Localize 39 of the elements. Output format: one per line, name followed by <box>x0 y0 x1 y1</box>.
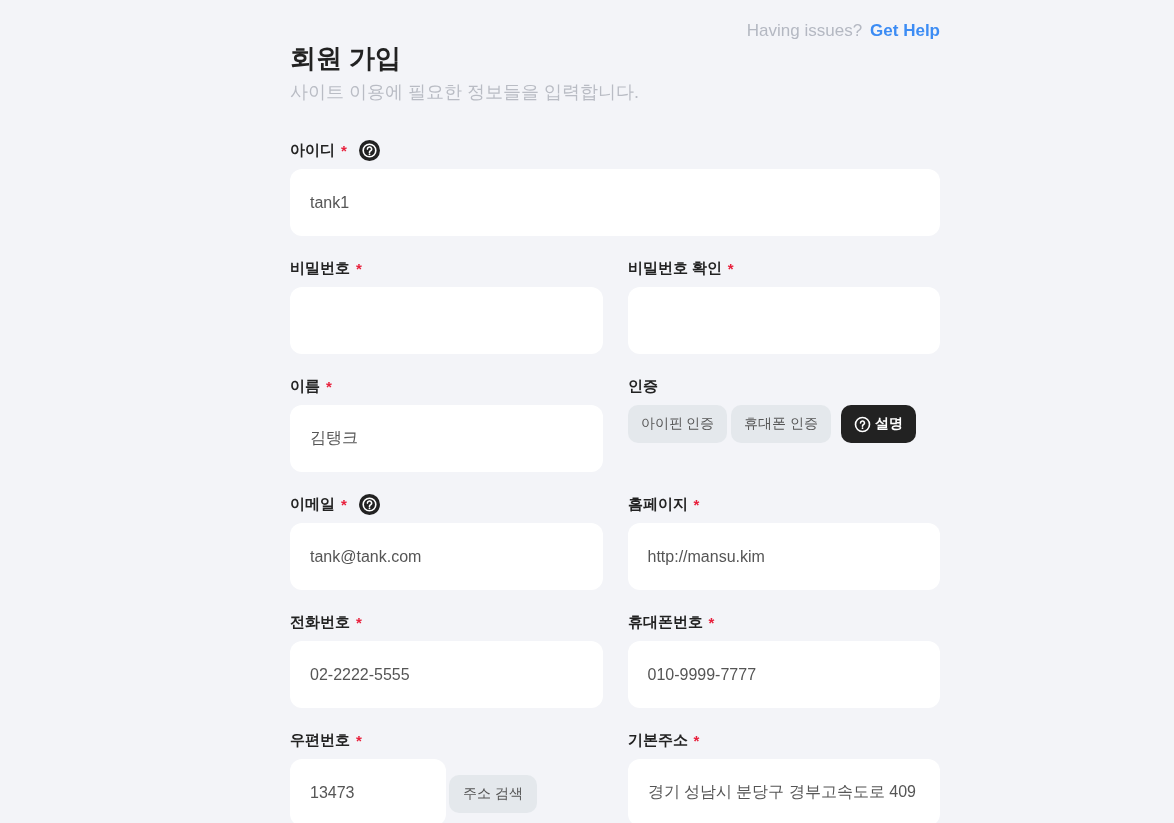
page-subtitle: 사이트 이용에 필요한 정보들을 입력합니다. <box>290 81 640 104</box>
required-mark: * <box>708 613 715 631</box>
field-label: 비밀번호 <box>290 258 350 278</box>
help-prompt: Having issues? <box>746 21 863 41</box>
input-field[interactable]: 경기 성남시 분당구 경부고속도로 409 <box>627 759 940 823</box>
help-icon[interactable] <box>358 493 380 515</box>
field-label: 홈페이지 <box>627 494 688 514</box>
field-label: 비밀번호 확인 <box>627 258 722 278</box>
explain-button[interactable]: 설명 <box>841 405 917 443</box>
input-field[interactable]: 13473 <box>290 759 446 823</box>
input-field[interactable]: tank1 <box>290 169 940 236</box>
input-field[interactable]: http://mansu.kim <box>627 523 940 590</box>
field-label: 휴대폰번호 <box>627 612 703 632</box>
auth-button[interactable]: 휴대폰 인증 <box>731 405 832 443</box>
required-mark: * <box>341 495 347 513</box>
required-mark: * <box>356 259 362 277</box>
field-label: 이메일 <box>290 494 335 514</box>
required-mark: * <box>693 731 700 749</box>
field-label: 기본주소 <box>627 730 688 750</box>
input-field[interactable]: 02-2222-5555 <box>290 641 603 708</box>
auth-button[interactable]: 아이핀 인증 <box>627 405 728 443</box>
required-mark: * <box>727 259 734 277</box>
required-mark: * <box>693 495 700 513</box>
field-label: 인증 <box>627 376 658 396</box>
address-search-button[interactable]: 주소 검색 <box>449 775 537 813</box>
input-field[interactable]: 김탱크 <box>290 405 603 472</box>
page-title: 회원 가입 <box>290 42 403 74</box>
help-icon[interactable] <box>358 139 380 161</box>
field-label: 이름 <box>290 376 320 396</box>
help-icon <box>854 415 872 433</box>
required-mark: * <box>341 141 347 159</box>
field-label: 아이디 <box>290 140 335 160</box>
field-label: 전화번호 <box>290 612 350 632</box>
required-mark: * <box>356 613 362 631</box>
input-field[interactable]: tank@tank.com <box>290 523 603 590</box>
required-mark: * <box>356 731 362 749</box>
field-label: 우편번호 <box>290 730 350 750</box>
required-mark: * <box>326 377 332 395</box>
input-field[interactable]: 010-9999-7777 <box>627 641 940 708</box>
